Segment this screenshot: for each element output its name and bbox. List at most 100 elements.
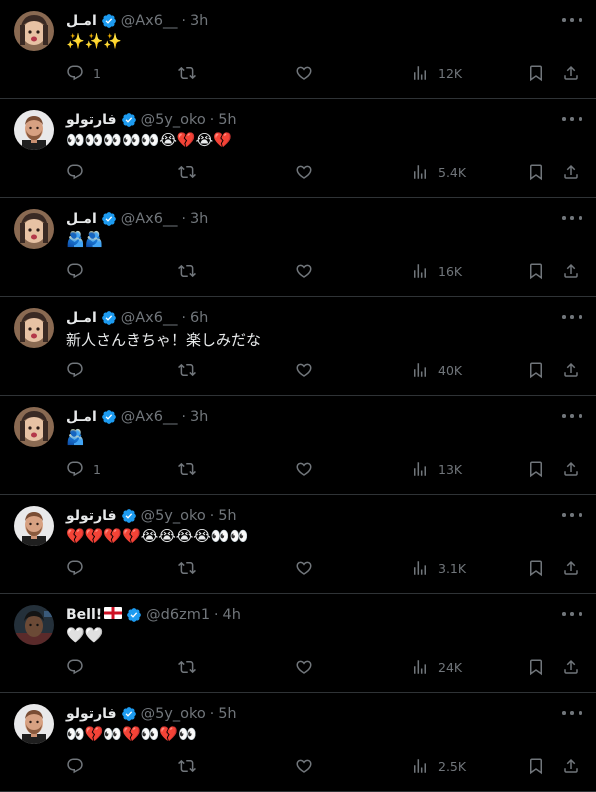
retweet-button[interactable]: [178, 756, 196, 776]
share-button[interactable]: [562, 657, 580, 677]
handle[interactable]: @Ax6__: [121, 211, 178, 227]
more-icon[interactable]: [562, 212, 582, 224]
reply-button[interactable]: [66, 360, 93, 380]
handle[interactable]: @Ax6__: [121, 13, 178, 29]
timestamp[interactable]: 3h: [190, 409, 208, 425]
more-icon[interactable]: [562, 410, 582, 422]
reply-button[interactable]: 1: [66, 459, 101, 479]
avatar[interactable]: [14, 407, 54, 447]
display-name[interactable]: امـل: [66, 409, 97, 425]
handle[interactable]: @5y_oko: [141, 508, 206, 524]
like-button[interactable]: [295, 63, 313, 83]
tweet[interactable]: فارتولو @5y_oko · 5h 👀💔👀💔👀💔👀 2.5K: [0, 693, 596, 792]
timestamp[interactable]: 5h: [218, 508, 236, 524]
display-name[interactable]: امـل: [66, 310, 97, 326]
share-button[interactable]: [562, 360, 580, 380]
avatar[interactable]: [14, 704, 54, 744]
share-button[interactable]: [562, 162, 580, 182]
display-name[interactable]: فارتولو: [66, 508, 117, 524]
views-button[interactable]: 40K: [411, 360, 462, 380]
more-icon[interactable]: [562, 311, 582, 323]
views-button[interactable]: 13K: [411, 459, 462, 479]
verified-icon: [121, 113, 136, 127]
display-name[interactable]: فارتولو: [66, 112, 117, 128]
share-button[interactable]: [562, 558, 580, 578]
retweet-button[interactable]: [178, 558, 196, 578]
reply-button[interactable]: [66, 162, 93, 182]
share-button[interactable]: [562, 63, 580, 83]
views-button[interactable]: 5.4K: [411, 162, 466, 182]
avatar[interactable]: [14, 11, 54, 51]
bookmark-button[interactable]: [527, 162, 545, 182]
tweet[interactable]: امـل @Ax6__ · 3h 🫂 1 13K: [0, 396, 596, 495]
timestamp[interactable]: 5h: [218, 112, 236, 128]
tweet[interactable]: Bell! @d6zm1 · 4h 🤍🤍 24K: [0, 594, 596, 693]
bookmark-button[interactable]: [527, 558, 545, 578]
views-button[interactable]: 3.1K: [411, 558, 466, 578]
like-button[interactable]: [295, 360, 313, 380]
share-button[interactable]: [562, 261, 580, 281]
tweet[interactable]: امـل @Ax6__ · 3h 🫂🫂 16K: [0, 198, 596, 297]
bookmark-button[interactable]: [527, 459, 545, 479]
handle[interactable]: @Ax6__: [121, 409, 178, 425]
handle[interactable]: @5y_oko: [141, 706, 206, 722]
more-icon[interactable]: [562, 509, 582, 521]
like-button[interactable]: [295, 162, 313, 182]
like-button[interactable]: [295, 558, 313, 578]
reply-button[interactable]: 1: [66, 63, 101, 83]
tweet-actions: 16K: [66, 261, 582, 281]
bookmark-button[interactable]: [527, 261, 545, 281]
like-button[interactable]: [295, 756, 313, 776]
timestamp[interactable]: 5h: [218, 706, 236, 722]
display-name[interactable]: امـل: [66, 13, 97, 29]
more-icon[interactable]: [562, 14, 582, 26]
display-name[interactable]: فارتولو: [66, 706, 117, 722]
more-icon[interactable]: [562, 113, 582, 125]
more-icon[interactable]: [562, 707, 582, 719]
timestamp[interactable]: 4h: [223, 607, 241, 623]
handle[interactable]: @5y_oko: [141, 112, 206, 128]
like-button[interactable]: [295, 459, 313, 479]
bookmark-button[interactable]: [527, 63, 545, 83]
view-count: 5.4K: [438, 164, 467, 180]
more-icon[interactable]: [562, 608, 582, 620]
like-button[interactable]: [295, 261, 313, 281]
handle[interactable]: @d6zm1: [146, 607, 210, 623]
avatar[interactable]: [14, 209, 54, 249]
views-button[interactable]: 12K: [411, 63, 462, 83]
tweet[interactable]: امـل @Ax6__ · 6h 新人さんきちゃ！楽しみだな 40K: [0, 297, 596, 396]
avatar[interactable]: [14, 308, 54, 348]
retweet-button[interactable]: [178, 63, 196, 83]
reply-button[interactable]: [66, 558, 93, 578]
avatar[interactable]: [14, 110, 54, 150]
bookmark-button[interactable]: [527, 657, 545, 677]
retweet-button[interactable]: [178, 261, 196, 281]
retweet-button[interactable]: [178, 657, 196, 677]
timestamp[interactable]: 3h: [190, 13, 208, 29]
retweet-button[interactable]: [178, 162, 196, 182]
display-name[interactable]: Bell!: [66, 607, 102, 623]
bookmark-button[interactable]: [527, 756, 545, 776]
retweet-button[interactable]: [178, 360, 196, 380]
timestamp[interactable]: 3h: [190, 211, 208, 227]
views-button[interactable]: 24K: [411, 657, 462, 677]
reply-button[interactable]: [66, 657, 93, 677]
tweet[interactable]: فارتولو @5y_oko · 5h 💔💔💔💔😭😭😭😭👀👀 3.1K: [0, 495, 596, 594]
avatar[interactable]: [14, 605, 54, 645]
share-button[interactable]: [562, 459, 580, 479]
bookmark-button[interactable]: [527, 360, 545, 380]
reply-button[interactable]: [66, 756, 93, 776]
timestamp[interactable]: 6h: [190, 310, 208, 326]
views-button[interactable]: 16K: [411, 261, 462, 281]
display-name[interactable]: امـل: [66, 211, 97, 227]
reply-button[interactable]: [66, 261, 93, 281]
reply-count: 1: [93, 461, 101, 477]
share-button[interactable]: [562, 756, 580, 776]
tweet[interactable]: فارتولو @5y_oko · 5h 👀👀👀👀👀😭💔😭💔 5.4K: [0, 99, 596, 198]
handle[interactable]: @Ax6__: [121, 310, 178, 326]
avatar[interactable]: [14, 506, 54, 546]
views-button[interactable]: 2.5K: [411, 756, 466, 776]
tweet[interactable]: امـل @Ax6__ · 3h ✨✨✨ 1 12K: [0, 0, 596, 99]
like-button[interactable]: [295, 657, 313, 677]
retweet-button[interactable]: [178, 459, 196, 479]
